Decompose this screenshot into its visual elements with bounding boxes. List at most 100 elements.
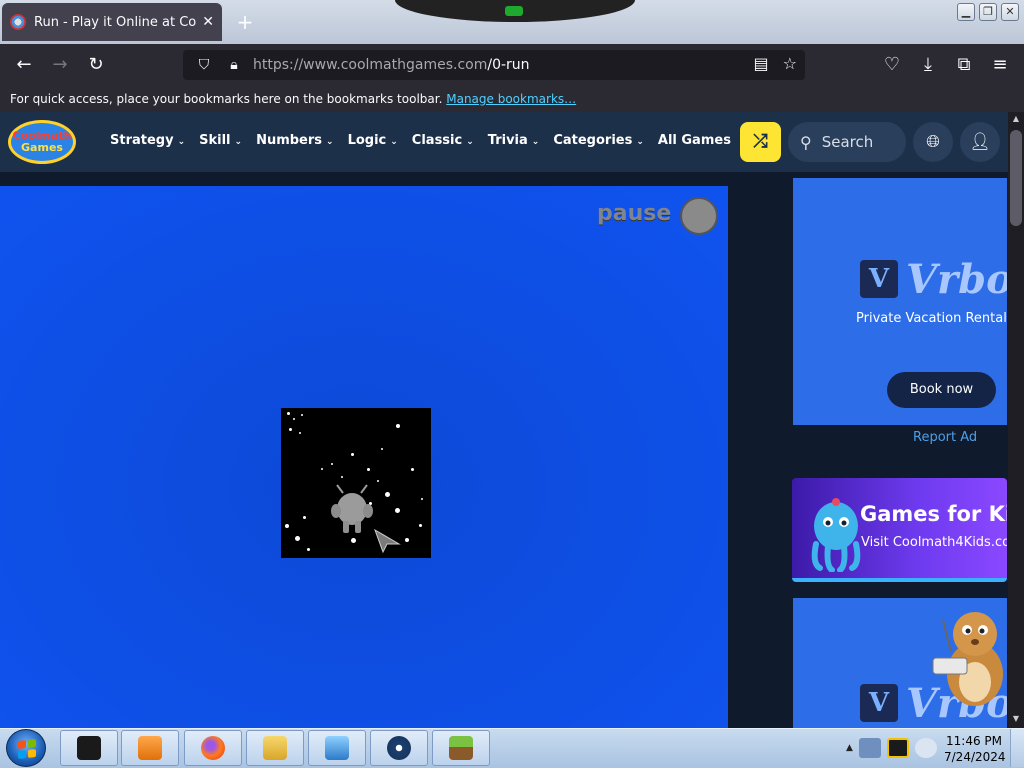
- shield-icon[interactable]: ⛉: [193, 57, 215, 73]
- bookmarks-toolbar: For quick access, place your bookmarks h…: [0, 86, 1024, 112]
- vrbo-advertisement[interactable]: V Vrbo Private Vacation Rentals Book now: [793, 178, 1007, 425]
- scrollbar-thumb[interactable]: [1010, 130, 1022, 226]
- clock-time: 11:46 PM: [946, 734, 1002, 748]
- taskbar-app-firefox[interactable]: [184, 730, 242, 766]
- star-particle: [411, 468, 414, 471]
- reload-button[interactable]: ↻: [83, 52, 109, 78]
- manage-bookmarks-link[interactable]: Manage bookmarks…: [446, 92, 576, 106]
- tray-expand-icon[interactable]: ▲: [846, 743, 853, 753]
- window-close-button[interactable]: ✕: [1001, 3, 1019, 21]
- menu-strategy[interactable]: Strategy ⌄: [110, 133, 185, 148]
- star-particle: [396, 424, 400, 428]
- system-tray: ▲: [838, 730, 948, 766]
- user-icon: 👤︎: [969, 132, 991, 152]
- coolmath-favicon-icon: [10, 14, 26, 30]
- folder-icon: [263, 736, 287, 760]
- bookmarks-hint: For quick access, place your bookmarks h…: [10, 92, 443, 106]
- download-icon[interactable]: ⤓: [915, 52, 941, 78]
- star-particle: [377, 480, 379, 482]
- tab-title: Run - Play it Online at Coolmath Games: [34, 14, 197, 30]
- media-player-icon: [138, 736, 162, 760]
- star-particle: [295, 536, 300, 541]
- random-game-shuffle-button[interactable]: ⤮: [740, 122, 781, 162]
- show-desktop-button[interactable]: [1010, 729, 1024, 767]
- extensions-icon[interactable]: ⧉: [951, 52, 977, 78]
- menu-trivia[interactable]: Trivia ⌄: [488, 133, 540, 148]
- window-minimize-button[interactable]: ▁: [957, 3, 975, 21]
- user-account-button[interactable]: 👤︎: [960, 122, 1000, 162]
- star-particle: [285, 524, 289, 528]
- taskbar-app-terminal[interactable]: [60, 730, 118, 766]
- kids-banner-title: Games for Kids: [860, 502, 1007, 526]
- chevron-down-icon: ⌄: [326, 137, 334, 147]
- reader-view-icon[interactable]: ▤: [754, 54, 769, 73]
- shuffle-icon: ⤮: [753, 131, 768, 152]
- vrbo-logo-icon: V: [860, 260, 898, 298]
- vrbo-advertisement-2[interactable]: V Vrbo: [793, 598, 1007, 728]
- lock-icon[interactable]: 🔒︎: [223, 57, 245, 73]
- star-particle: [287, 412, 290, 415]
- tray-monitor-icon[interactable]: [886, 738, 909, 758]
- menu-skill[interactable]: Skill ⌄: [199, 133, 242, 148]
- tray-volume-icon[interactable]: [914, 738, 937, 758]
- scroll-up-arrow-icon[interactable]: ▲: [1010, 114, 1022, 126]
- star-particle: [381, 448, 383, 450]
- taskbar-app-media-player[interactable]: [121, 730, 179, 766]
- menu-logic[interactable]: Logic ⌄: [348, 133, 398, 148]
- forward-button[interactable]: →: [47, 52, 73, 78]
- taskbar-app-explorer[interactable]: [246, 730, 304, 766]
- tab-close-icon[interactable]: ✕: [202, 14, 214, 30]
- chevron-down-icon: ⌄: [234, 137, 243, 147]
- taskbar-app-photos[interactable]: [308, 730, 366, 766]
- scroll-down-arrow-icon[interactable]: ▼: [1010, 714, 1022, 726]
- window-restore-button[interactable]: ❐: [979, 3, 997, 21]
- star-particle: [395, 508, 400, 513]
- vrbo-wordmark: Vrbo: [906, 256, 1007, 303]
- star-particle: [293, 418, 295, 420]
- menu-classic[interactable]: Classic ⌄: [412, 133, 474, 148]
- new-tab-button[interactable]: +: [232, 8, 258, 36]
- tray-network-icon[interactable]: [858, 738, 881, 758]
- star-particle: [303, 516, 306, 519]
- star-particle: [367, 468, 370, 471]
- language-globe-button[interactable]: 🌐︎: [913, 122, 953, 162]
- octopus-mascot-icon: [811, 498, 861, 572]
- star-particle: [301, 414, 303, 416]
- menu-all-games[interactable]: All Games: [658, 133, 731, 148]
- back-button[interactable]: ←: [11, 52, 37, 78]
- url-domain: https://www.coolmathgames.com: [253, 57, 488, 73]
- steam-icon: [387, 736, 411, 760]
- menu-label: Skill: [199, 133, 231, 148]
- chevron-down-icon: ⌄: [636, 137, 644, 147]
- menu-hamburger-icon[interactable]: ≡: [987, 52, 1013, 78]
- book-now-button[interactable]: Book now: [887, 372, 996, 408]
- start-button[interactable]: [6, 729, 46, 767]
- vrbo-logo-icon: V: [860, 684, 898, 722]
- pause-button[interactable]: [680, 197, 718, 235]
- browser-tab-active[interactable]: Run - Play it Online at Coolmath Games ✕: [2, 3, 222, 41]
- star-particle: [299, 432, 301, 434]
- menu-numbers[interactable]: Numbers ⌄: [256, 133, 334, 148]
- url-bar[interactable]: ⛉ 🔒︎ https://www.coolmathgames.com/0-run…: [183, 50, 805, 80]
- url-path: /0-run: [487, 57, 530, 73]
- menu-categories[interactable]: Categories ⌄: [553, 133, 644, 148]
- pocket-icon[interactable]: ♡: [879, 52, 905, 78]
- site-search-button[interactable]: ⚲ Search: [788, 122, 906, 162]
- game-canvas[interactable]: [281, 408, 431, 558]
- clock-date: 7/24/2024: [944, 750, 1006, 764]
- globe-icon: 🌐︎: [926, 132, 940, 152]
- menu-label: Numbers: [256, 133, 323, 148]
- chevron-down-icon: ⌄: [531, 137, 540, 147]
- firefox-icon: [201, 736, 225, 760]
- logo-text-bottom: Games: [21, 141, 63, 154]
- pause-label[interactable]: pause: [597, 201, 671, 226]
- taskbar-app-steam[interactable]: [370, 730, 428, 766]
- bookmark-star-icon[interactable]: ☆: [783, 54, 797, 73]
- coolmath4kids-banner[interactable]: Games for Kids Visit Coolmath4Kids.com: [792, 478, 1007, 582]
- chevron-down-icon: ⌄: [390, 137, 398, 147]
- star-particle: [341, 476, 343, 478]
- taskbar-clock[interactable]: 11:46 PM 7/24/2024: [944, 733, 1006, 765]
- coolmath-games-logo[interactable]: Coolmath Games: [8, 120, 76, 164]
- report-ad-link[interactable]: Report Ad: [913, 430, 977, 445]
- taskbar-app-minecraft[interactable]: [432, 730, 490, 766]
